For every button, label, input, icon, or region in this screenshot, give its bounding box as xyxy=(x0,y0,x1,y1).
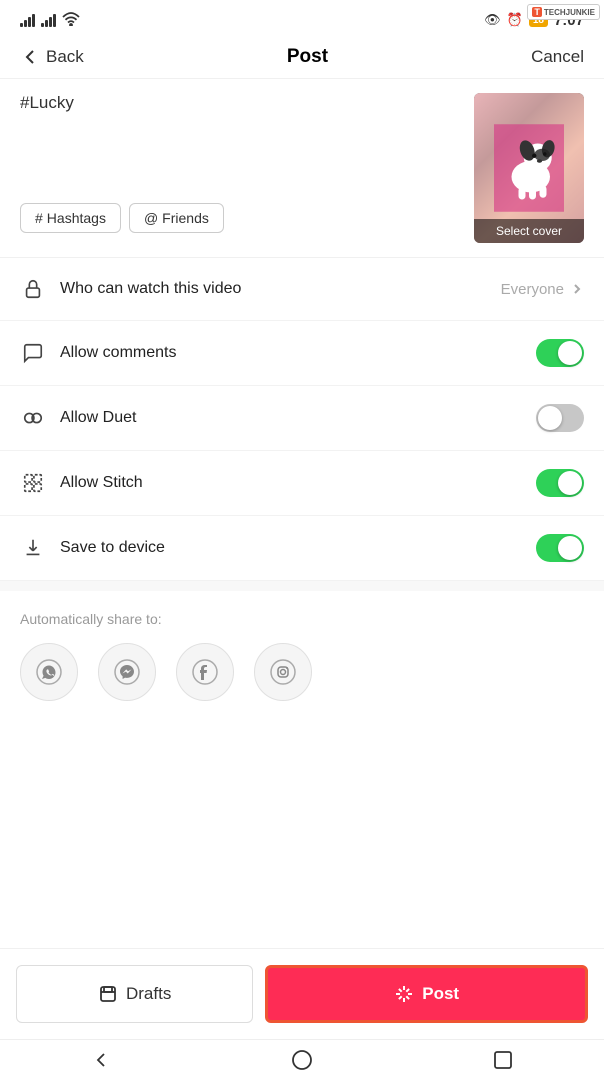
allow-duet-left: Allow Duet xyxy=(20,405,536,431)
caption-hashtag: #Lucky xyxy=(20,93,74,112)
select-cover-label[interactable]: Select cover xyxy=(474,219,584,243)
share-label: Automatically share to: xyxy=(20,611,584,627)
allow-stitch-toggle[interactable] xyxy=(536,469,584,497)
stitch-icon xyxy=(20,470,46,496)
status-left xyxy=(20,12,80,29)
hashtag-symbol: # xyxy=(35,210,43,226)
drafts-label: Drafts xyxy=(126,984,171,1004)
eye-icon: 👁 xyxy=(484,12,501,28)
allow-comments-left: Allow comments xyxy=(20,340,536,366)
save-to-device-left: Save to device xyxy=(20,535,536,561)
share-section: Automatically share to: xyxy=(0,591,604,717)
back-label: Back xyxy=(46,47,84,67)
allow-comments-row: Allow comments xyxy=(0,321,604,386)
wifi-icon xyxy=(62,12,80,29)
messenger-share-button[interactable] xyxy=(98,643,156,701)
allow-comments-label: Allow comments xyxy=(60,344,176,362)
section-gap xyxy=(0,581,604,591)
drafts-icon xyxy=(98,984,118,1004)
friends-button[interactable]: @ Friends xyxy=(129,203,224,233)
bottom-buttons: Drafts Post xyxy=(0,948,604,1039)
nav-recents-button[interactable] xyxy=(492,1049,514,1071)
who-can-watch-value: Everyone xyxy=(501,281,584,298)
allow-stitch-label: Allow Stitch xyxy=(60,474,143,492)
save-to-device-label: Save to device xyxy=(60,539,165,557)
comment-icon xyxy=(20,340,46,366)
cancel-button[interactable]: Cancel xyxy=(531,47,584,67)
hashtags-label: Hashtags xyxy=(47,210,106,226)
sparkle-icon xyxy=(394,984,414,1004)
allow-duet-row: Allow Duet xyxy=(0,386,604,451)
toggle-knob xyxy=(558,471,582,495)
allow-stitch-left: Allow Stitch xyxy=(20,470,536,496)
caption-tags: # Hashtags @ Friends xyxy=(20,203,462,233)
nav-back-button[interactable] xyxy=(90,1049,112,1071)
hashtags-button[interactable]: # Hashtags xyxy=(20,203,121,233)
back-button[interactable]: Back xyxy=(20,47,84,67)
allow-duet-label: Allow Duet xyxy=(60,409,136,427)
instagram-share-button[interactable] xyxy=(254,643,312,701)
download-icon xyxy=(20,535,46,561)
techjunkie-watermark: T TECHJUNKIE xyxy=(527,4,600,20)
facebook-share-button[interactable] xyxy=(176,643,234,701)
nav-home-button[interactable] xyxy=(291,1049,313,1071)
post-label: Post xyxy=(422,984,459,1004)
status-bar: 👁 ⏰ 18 7:07 xyxy=(0,0,604,36)
page-title: Post xyxy=(287,46,328,68)
who-can-watch-label: Who can watch this video xyxy=(60,280,241,298)
post-button[interactable]: Post xyxy=(265,965,588,1023)
everyone-label: Everyone xyxy=(501,281,564,298)
signal-2-icon xyxy=(41,13,56,27)
caption-area: #Lucky # Hashtags @ Friends xyxy=(0,79,604,257)
chevron-right-icon xyxy=(570,282,584,296)
duet-icon xyxy=(20,405,46,431)
share-icons xyxy=(20,643,584,701)
drafts-button[interactable]: Drafts xyxy=(16,965,253,1023)
toggle-knob xyxy=(558,536,582,560)
settings-section: Who can watch this video Everyone Allow … xyxy=(0,258,604,581)
at-symbol: @ xyxy=(144,210,158,226)
video-thumbnail[interactable]: Select cover xyxy=(474,93,584,243)
who-can-watch-left: Who can watch this video xyxy=(20,276,501,302)
page-header: Back Post Cancel xyxy=(0,36,604,79)
navigation-bar xyxy=(0,1039,604,1079)
toggle-knob xyxy=(558,341,582,365)
signal-1-icon xyxy=(20,13,35,27)
whatsapp-share-button[interactable] xyxy=(20,643,78,701)
toggle-knob xyxy=(538,406,562,430)
lock-icon xyxy=(20,276,46,302)
allow-comments-toggle[interactable] xyxy=(536,339,584,367)
caption-input[interactable]: #Lucky xyxy=(20,93,462,173)
alarm-icon: ⏰ xyxy=(507,12,523,28)
who-can-watch-row[interactable]: Who can watch this video Everyone xyxy=(0,258,604,321)
main-content: #Lucky # Hashtags @ Friends xyxy=(0,79,604,717)
save-to-device-toggle[interactable] xyxy=(536,534,584,562)
caption-text-area: #Lucky # Hashtags @ Friends xyxy=(20,93,462,233)
allow-stitch-row: Allow Stitch xyxy=(0,451,604,516)
save-to-device-row: Save to device xyxy=(0,516,604,581)
allow-duet-toggle[interactable] xyxy=(536,404,584,432)
friends-label: Friends xyxy=(162,210,209,226)
